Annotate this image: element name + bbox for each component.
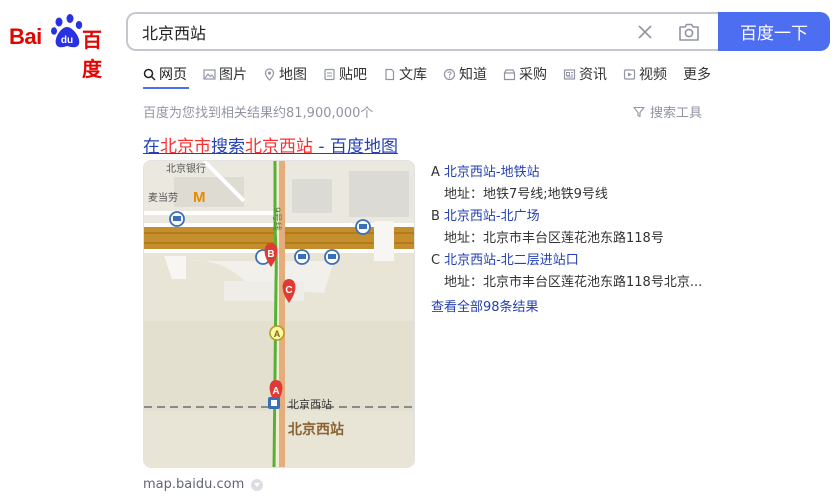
title-part: - 百度地图: [313, 137, 398, 157]
search-tools-label: 搜索工具: [650, 106, 703, 121]
question-icon: [443, 68, 456, 80]
poi-link[interactable]: 北京西站-地铁站: [444, 165, 540, 180]
title-part: 搜索: [211, 137, 245, 157]
tab-map[interactable]: 地图: [263, 62, 307, 86]
poi-letter: A: [431, 165, 440, 180]
map-label-bank: 北京银行: [166, 162, 206, 175]
title-part: 在: [143, 137, 160, 157]
tab-more[interactable]: 更多: [683, 62, 711, 86]
map-label-station-small: 北京西站: [288, 397, 332, 411]
tab-label: 地图: [279, 67, 307, 83]
logo-badge: du: [61, 35, 73, 46]
image-icon: [203, 68, 216, 80]
active-tab-indicator: [143, 87, 189, 89]
document-icon: [385, 68, 395, 80]
search-tools-button[interactable]: 搜索工具: [633, 102, 702, 121]
poi-address: 地址：地铁7号线;地铁9号线: [444, 187, 608, 202]
tab-label: 视频: [639, 67, 667, 83]
map-label-station-big: 北京西站: [288, 421, 344, 438]
search-button[interactable]: 百度一下: [718, 12, 830, 51]
tab-tieba[interactable]: 贴吧: [323, 62, 367, 86]
tab-label: 文库: [399, 67, 427, 83]
map-icon: [264, 67, 275, 81]
map-thumbnail[interactable]: M 北京银行 麦当劳 9号线 A B C A 北京西站 北京西站: [143, 160, 415, 468]
chevron-down-icon[interactable]: [251, 478, 264, 491]
close-icon[interactable]: [636, 23, 654, 41]
title-highlight: 北京市: [160, 137, 211, 157]
map-canvas: M 北京银行 麦当劳 9号线 A B C A 北京西站 北京西站: [144, 161, 414, 467]
map-label-mcdonalds: 麦当劳: [148, 191, 178, 204]
search-tabs: 网页 图片 地图 贴吧 文库 知道 采购 资讯 视频 更多: [143, 62, 727, 86]
tab-zhidao[interactable]: 知道: [443, 62, 487, 86]
search-box: [126, 12, 720, 51]
logo-latin: Bai: [9, 24, 42, 49]
poi-letter: C: [431, 253, 441, 268]
tab-label: 更多: [683, 67, 711, 83]
tab-images[interactable]: 图片: [203, 62, 247, 86]
camera-icon[interactable]: [678, 22, 700, 42]
result-title-link[interactable]: 在北京市搜索北京西站 - 百度地图: [143, 132, 398, 157]
poi-link[interactable]: 北京西站-北二层进站口: [444, 253, 579, 268]
map-marker-a: A: [272, 386, 279, 397]
tab-label: 贴吧: [339, 67, 367, 83]
poi-item: B 北京西站-北广场: [431, 205, 540, 224]
search-input[interactable]: [142, 21, 612, 43]
logo-chinese: 百度: [82, 28, 102, 81]
tab-news[interactable]: 资讯: [563, 62, 607, 86]
tab-label: 资讯: [579, 67, 607, 83]
filter-icon: [633, 106, 645, 117]
baidu-logo[interactable]: Bai du 百度: [9, 14, 113, 81]
tab-caigou[interactable]: 采购: [503, 62, 547, 86]
map-label-line: 9号线: [271, 207, 283, 231]
tieba-icon: [324, 68, 335, 80]
poi-address: 地址：北京市丰台区莲花池东路118号: [444, 231, 664, 246]
title-highlight: 北京西站: [245, 137, 313, 157]
search-icon: [143, 68, 156, 81]
source-url[interactable]: map.baidu.com: [143, 477, 244, 492]
result-source: map.baidu.com: [143, 477, 264, 492]
tab-video[interactable]: 视频: [623, 62, 667, 86]
video-icon: [623, 68, 636, 80]
map-marker-b: B: [267, 249, 274, 260]
tab-label: 知道: [459, 67, 487, 83]
result-count: 百度为您找到相关结果约81,900,000个: [143, 106, 374, 121]
tab-label: 图片: [219, 67, 247, 83]
tab-label: 采购: [519, 67, 547, 83]
see-all-results-link[interactable]: 查看全部98条结果: [431, 296, 539, 315]
tab-web[interactable]: 网页: [143, 62, 187, 86]
poi-item: A 北京西站-地铁站: [431, 161, 540, 180]
poi-link[interactable]: 北京西站-北广场: [444, 209, 540, 224]
mcdonalds-icon: M: [193, 189, 206, 206]
poi-item: C 北京西站-北二层进站口: [431, 249, 579, 268]
news-icon: [563, 68, 576, 80]
poi-letter: B: [431, 209, 440, 224]
map-marker-c: C: [285, 285, 292, 296]
shop-icon: [503, 68, 516, 80]
poi-address: 地址：北京市丰台区莲花池东路118号北京...: [444, 275, 703, 290]
tab-label: 网页: [159, 67, 187, 83]
paw-icon: du: [51, 14, 83, 48]
map-subway-a: A: [274, 329, 281, 339]
tab-wenku[interactable]: 文库: [383, 62, 427, 86]
